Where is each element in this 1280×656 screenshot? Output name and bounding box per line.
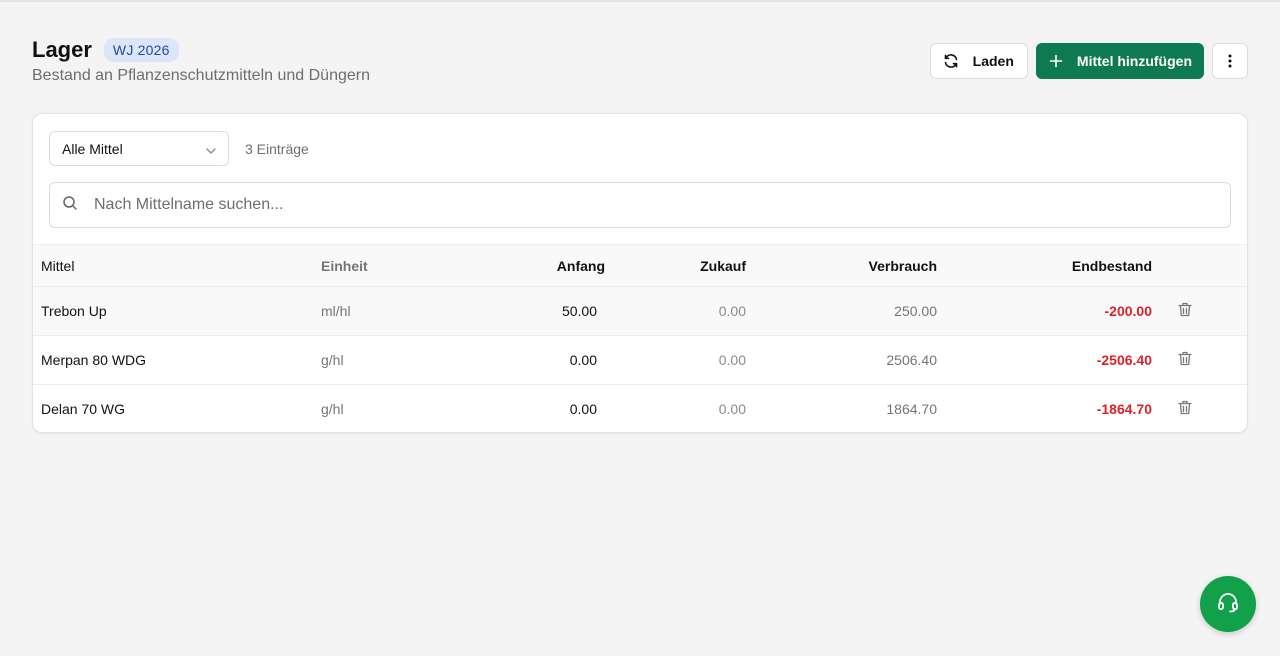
cell-start: 0.00: [569, 401, 597, 418]
cell-name: Trebon Up: [41, 303, 107, 319]
more-options-button[interactable]: [1212, 43, 1248, 79]
cell-usage: 1864.70: [886, 401, 937, 418]
entry-count: 3 Einträge: [245, 140, 309, 157]
plus-icon: [1049, 54, 1063, 68]
trash-icon[interactable]: [1178, 351, 1192, 369]
column-header-actions: [1152, 245, 1247, 287]
cell-name: Delan 70 WG: [41, 401, 126, 418]
reload-button[interactable]: Laden: [929, 43, 1028, 79]
column-header-end[interactable]: Endbestand: [937, 245, 1152, 287]
product-filter-value: Alle Mittel: [62, 140, 123, 157]
cell-unit: g/hl: [321, 401, 344, 418]
search-icon: [62, 195, 78, 216]
inventory-card: Alle Mittel 3 Einträge Mittel Einheit An…: [32, 113, 1248, 433]
column-header-name[interactable]: Mittel: [33, 245, 321, 287]
page-header: Lager WJ 2026 Bestand an Pflanzenschutzm…: [32, 36, 1248, 92]
chevron-down-icon: [206, 141, 216, 157]
cell-actions: [1152, 336, 1247, 385]
top-border: [0, 0, 1280, 2]
cell-actions: [1152, 385, 1247, 433]
table-row[interactable]: Trebon Up ml/hl 50.00 0.00 250.00 -200.0…: [33, 286, 1247, 336]
cell-name: Merpan 80 WDG: [41, 352, 147, 368]
trash-icon[interactable]: [1178, 400, 1192, 418]
cell-end: -200.00: [1104, 303, 1152, 319]
cell-start: 50.00: [561, 303, 597, 319]
column-header-purchase[interactable]: Zukauf: [605, 245, 746, 287]
headset-icon: [1216, 590, 1240, 619]
add-product-button-label: Mittel hinzufügen: [1076, 53, 1192, 69]
table-row[interactable]: Merpan 80 WDG g/hl 0.00 0.00 2506.40 -25…: [33, 336, 1247, 385]
filter-row: Alle Mittel 3 Einträge: [49, 131, 309, 166]
cell-purchase: 0.00: [718, 303, 746, 319]
cell-purchase: 0.00: [718, 401, 746, 418]
cell-unit: g/hl: [321, 352, 344, 368]
cell-usage: 2506.40: [886, 352, 937, 368]
search-input[interactable]: [94, 196, 1094, 214]
refresh-icon: [943, 53, 959, 69]
table-header-row: Mittel Einheit Anfang Zukauf Verbrauch E…: [33, 244, 1247, 287]
table-row[interactable]: Delan 70 WG g/hl 0.00 0.00 1864.70 -1864…: [33, 385, 1247, 433]
cell-actions: [1152, 287, 1247, 336]
cell-end: -1864.70: [1096, 401, 1152, 418]
page-title: Lager: [32, 37, 92, 62]
header-actions: Laden Mittel hinzufügen: [929, 43, 1248, 79]
inventory-table: Mittel Einheit Anfang Zukauf Verbrauch E…: [33, 244, 1247, 433]
reload-button-label: Laden: [972, 53, 1014, 69]
cell-start: 0.00: [569, 352, 597, 368]
product-filter-select[interactable]: Alle Mittel: [49, 131, 229, 166]
cell-unit: ml/hl: [321, 303, 351, 319]
support-chat-button[interactable]: [1200, 576, 1256, 632]
fiscal-year-badge: WJ 2026: [103, 38, 179, 62]
add-product-button[interactable]: Mittel hinzufügen: [1035, 43, 1204, 79]
column-header-unit[interactable]: Einheit: [321, 245, 521, 287]
column-header-usage[interactable]: Verbrauch: [746, 245, 937, 287]
search-bar: [49, 182, 1231, 228]
cell-purchase: 0.00: [718, 352, 746, 368]
more-vertical-icon: [1228, 54, 1232, 68]
cell-usage: 250.00: [894, 303, 937, 319]
cell-end: -2506.40: [1096, 352, 1152, 368]
trash-icon[interactable]: [1178, 302, 1192, 320]
column-header-start[interactable]: Anfang: [521, 245, 605, 287]
